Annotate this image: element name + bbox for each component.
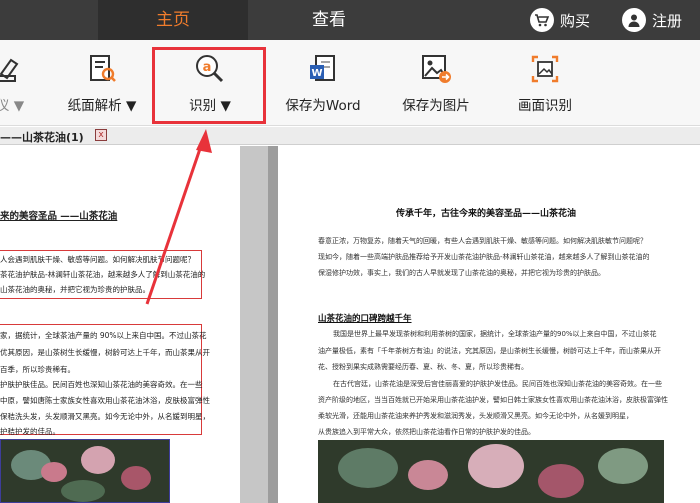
annotation-arrow — [145, 129, 212, 305]
